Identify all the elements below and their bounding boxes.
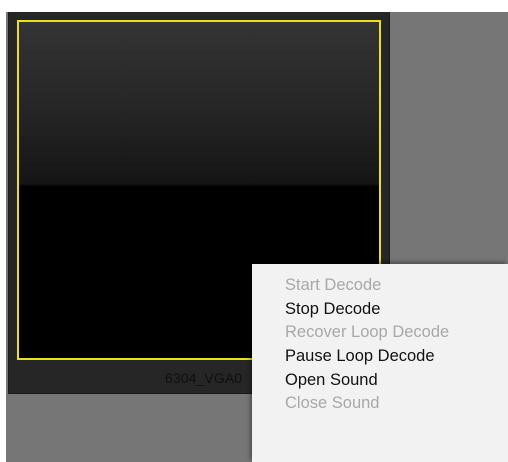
menu-item-start-decode: Start Decode xyxy=(285,276,382,294)
decoder-window: 6304_VGA0 Start Decode Stop Decode Recov… xyxy=(0,0,508,462)
menu-item-recover-loop-decode: Recover Loop Decode xyxy=(285,323,450,342)
menu-item-close-sound: Close Sound xyxy=(285,394,380,413)
context-menu: Start Decode Stop Decode Recover Loop De… xyxy=(252,264,508,462)
channel-label: 6304_VGA0 xyxy=(165,370,243,386)
menu-item-pause-loop-decode[interactable]: Pause Loop Decode xyxy=(252,345,508,369)
menu-item-open-sound[interactable]: Open Sound xyxy=(252,369,508,393)
menu-item-stop-decode[interactable]: Stop Decode xyxy=(252,298,508,322)
